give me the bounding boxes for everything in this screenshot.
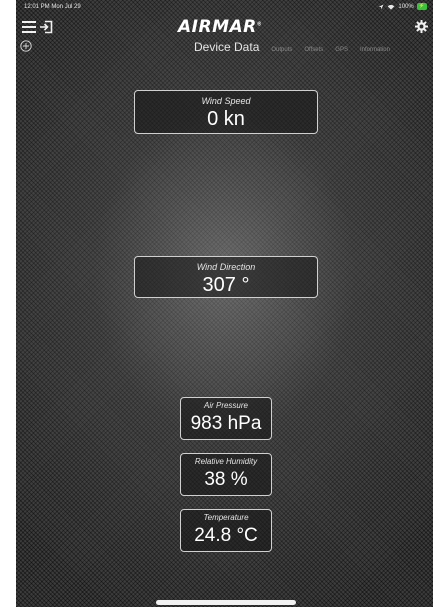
airmar-logo: AIRMAR® (178, 17, 262, 37)
wind-speed-value: 0 kn (207, 108, 245, 130)
air-pressure-readout: Air Pressure 983 hPa (180, 397, 272, 440)
location-arrow-icon (379, 4, 384, 9)
battery-percent: 100% (398, 3, 414, 10)
tab-information[interactable]: Information (360, 47, 390, 53)
hamburger-menu-icon[interactable] (22, 21, 36, 34)
tab-outputs[interactable]: Outputs (271, 47, 292, 53)
wind-direction-value: 307 ° (202, 274, 250, 296)
home-indicator[interactable] (156, 600, 296, 605)
gear-icon[interactable] (415, 20, 428, 33)
air-pressure-value: 983 hPa (190, 413, 262, 434)
status-indicators: 100% ⚡ (378, 3, 427, 10)
tab-offsets[interactable]: Offsets (304, 47, 323, 53)
exit-icon[interactable] (39, 20, 53, 34)
app-screen: 12:01 PM Mon Jul 29 100% ⚡ AIRMAR® Devic… (16, 0, 433, 607)
status-bar: 12:01 PM Mon Jul 29 100% ⚡ (16, 0, 433, 14)
wind-direction-label: Wind Direction (196, 262, 256, 272)
temperature-value: 24.8 °C (194, 525, 258, 546)
tab-device-data[interactable]: Device Data (194, 40, 259, 54)
wind-speed-label: Wind Speed (201, 96, 251, 106)
wind-speed-readout: Wind Speed 0 kn (134, 90, 318, 134)
temperature-label: Temperature (203, 513, 249, 522)
add-circle-icon[interactable] (20, 40, 32, 52)
status-time-date: 12:01 PM Mon Jul 29 (24, 4, 81, 10)
relative-humidity-readout: Relative Humidity 38 % (180, 453, 272, 496)
tab-bar: Device Data Outputs Offsets GPS Informat… (194, 40, 390, 54)
relative-humidity-label: Relative Humidity (194, 457, 258, 466)
temperature-readout: Temperature 24.8 °C (180, 509, 272, 552)
logo-text: AIRMAR (178, 17, 257, 37)
air-pressure-label: Air Pressure (203, 401, 248, 410)
wifi-icon (388, 4, 395, 10)
relative-humidity-value: 38 % (204, 469, 248, 490)
tab-gps[interactable]: GPS (335, 47, 348, 53)
battery-icon: ⚡ (416, 3, 427, 10)
wind-direction-readout: Wind Direction 307 ° (134, 256, 318, 298)
logo-registered-mark: ® (256, 21, 263, 28)
